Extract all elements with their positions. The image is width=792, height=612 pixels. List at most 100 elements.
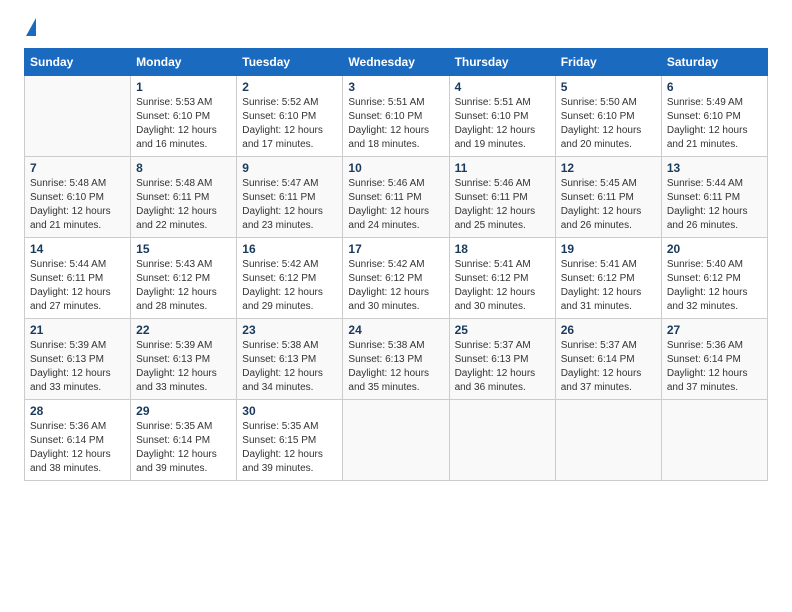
calendar-cell: 8Sunrise: 5:48 AM Sunset: 6:11 PM Daylig…	[131, 157, 237, 238]
day-number: 17	[348, 242, 443, 256]
calendar-cell: 1 Sunrise: 5:53 AM Sunset: 6:10 PM Daylig…	[131, 76, 237, 157]
day-info: Sunrise: 5:36 AM Sunset: 6:14 PM Dayligh…	[667, 339, 762, 395]
day-info: Sunrise: 5:38 AM Sunset: 6:13 PM Dayligh…	[242, 339, 337, 395]
calendar-week-row: 28 Sunrise: 5:36 AM Sunset: 6:14 PM Dayli…	[25, 400, 768, 481]
calendar-cell: 16 Sunrise: 5:42 AM Sunset: 6:12 PM Dayli…	[237, 238, 343, 319]
calendar-cell: 25Sunrise: 5:37 AM Sunset: 6:13 PM Dayli…	[449, 319, 555, 400]
day-number: 14	[30, 242, 125, 256]
weekday-header: Monday	[131, 49, 237, 76]
day-number: 25	[455, 323, 550, 337]
day-number: 27	[667, 323, 762, 337]
calendar-cell: 28 Sunrise: 5:36 AM Sunset: 6:14 PM Dayli…	[25, 400, 131, 481]
day-info: Sunrise: 5:51 AM Sunset: 6:10 PM Dayligh…	[455, 96, 550, 152]
day-number: 24	[348, 323, 443, 337]
calendar-header: SundayMondayTuesdayWednesdayThursdayFrid…	[25, 49, 768, 76]
day-info: Sunrise: 5:44 AM Sunset: 6:11 PM Dayligh…	[667, 177, 762, 233]
calendar-cell	[25, 76, 131, 157]
calendar-table: SundayMondayTuesdayWednesdayThursdayFrid…	[24, 48, 768, 481]
day-number: 5	[561, 80, 656, 94]
day-number: 19	[561, 242, 656, 256]
calendar-cell: 3 Sunrise: 5:51 AM Sunset: 6:10 PM Daylig…	[343, 76, 449, 157]
day-number: 26	[561, 323, 656, 337]
header	[24, 20, 768, 38]
calendar-cell	[661, 400, 767, 481]
calendar-cell: 26Sunrise: 5:37 AM Sunset: 6:14 PM Dayli…	[555, 319, 661, 400]
day-info: Sunrise: 5:46 AM Sunset: 6:11 PM Dayligh…	[348, 177, 443, 233]
calendar-cell: 21 Sunrise: 5:39 AM Sunset: 6:13 PM Dayli…	[25, 319, 131, 400]
day-info: Sunrise: 5:41 AM Sunset: 6:12 PM Dayligh…	[455, 258, 550, 314]
day-number: 21	[30, 323, 125, 337]
day-info: Sunrise: 5:45 AM Sunset: 6:11 PM Dayligh…	[561, 177, 656, 233]
day-number: 10	[348, 161, 443, 175]
day-number: 20	[667, 242, 762, 256]
day-info: Sunrise: 5:48 AM Sunset: 6:10 PM Dayligh…	[30, 177, 125, 233]
day-info: Sunrise: 5:38 AM Sunset: 6:13 PM Dayligh…	[348, 339, 443, 395]
weekday-header: Friday	[555, 49, 661, 76]
day-info: Sunrise: 5:43 AM Sunset: 6:12 PM Dayligh…	[136, 258, 231, 314]
day-info: Sunrise: 5:42 AM Sunset: 6:12 PM Dayligh…	[242, 258, 337, 314]
day-number: 16	[242, 242, 337, 256]
calendar-cell	[555, 400, 661, 481]
day-info: Sunrise: 5:41 AM Sunset: 6:12 PM Dayligh…	[561, 258, 656, 314]
logo-triangle-icon	[26, 18, 36, 36]
calendar-cell: 23 Sunrise: 5:38 AM Sunset: 6:13 PM Dayli…	[237, 319, 343, 400]
day-number: 1	[136, 80, 231, 94]
calendar-week-row: 7 Sunrise: 5:48 AM Sunset: 6:10 PM Daylig…	[25, 157, 768, 238]
calendar-cell	[343, 400, 449, 481]
calendar-cell: 22 Sunrise: 5:39 AM Sunset: 6:13 PM Dayli…	[131, 319, 237, 400]
day-info: Sunrise: 5:51 AM Sunset: 6:10 PM Dayligh…	[348, 96, 443, 152]
calendar-cell: 18 Sunrise: 5:41 AM Sunset: 6:12 PM Dayli…	[449, 238, 555, 319]
calendar-week-row: 21 Sunrise: 5:39 AM Sunset: 6:13 PM Dayli…	[25, 319, 768, 400]
day-number: 15	[136, 242, 231, 256]
day-info: Sunrise: 5:36 AM Sunset: 6:14 PM Dayligh…	[30, 420, 125, 476]
calendar-cell: 24 Sunrise: 5:38 AM Sunset: 6:13 PM Dayli…	[343, 319, 449, 400]
day-number: 30	[242, 404, 337, 418]
day-number: 28	[30, 404, 125, 418]
day-info: Sunrise: 5:53 AM Sunset: 6:10 PM Dayligh…	[136, 96, 231, 152]
day-number: 4	[455, 80, 550, 94]
header-row: SundayMondayTuesdayWednesdayThursdayFrid…	[25, 49, 768, 76]
day-number: 22	[136, 323, 231, 337]
calendar-cell: 11 Sunrise: 5:46 AM Sunset: 6:11 PM Dayli…	[449, 157, 555, 238]
calendar-cell: 30 Sunrise: 5:35 AM Sunset: 6:15 PM Dayli…	[237, 400, 343, 481]
calendar-cell: 2Sunrise: 5:52 AM Sunset: 6:10 PM Daylig…	[237, 76, 343, 157]
day-number: 29	[136, 404, 231, 418]
calendar-cell: 7 Sunrise: 5:48 AM Sunset: 6:10 PM Daylig…	[25, 157, 131, 238]
calendar-cell: 19 Sunrise: 5:41 AM Sunset: 6:12 PM Dayli…	[555, 238, 661, 319]
day-number: 12	[561, 161, 656, 175]
day-info: Sunrise: 5:35 AM Sunset: 6:14 PM Dayligh…	[136, 420, 231, 476]
day-number: 18	[455, 242, 550, 256]
calendar-cell: 20Sunrise: 5:40 AM Sunset: 6:12 PM Dayli…	[661, 238, 767, 319]
day-number: 13	[667, 161, 762, 175]
day-info: Sunrise: 5:52 AM Sunset: 6:10 PM Dayligh…	[242, 96, 337, 152]
day-number: 7	[30, 161, 125, 175]
day-number: 6	[667, 80, 762, 94]
day-number: 23	[242, 323, 337, 337]
day-info: Sunrise: 5:35 AM Sunset: 6:15 PM Dayligh…	[242, 420, 337, 476]
day-info: Sunrise: 5:39 AM Sunset: 6:13 PM Dayligh…	[136, 339, 231, 395]
day-info: Sunrise: 5:39 AM Sunset: 6:13 PM Dayligh…	[30, 339, 125, 395]
weekday-header: Sunday	[25, 49, 131, 76]
calendar-cell	[449, 400, 555, 481]
calendar-cell: 29 Sunrise: 5:35 AM Sunset: 6:14 PM Dayli…	[131, 400, 237, 481]
day-info: Sunrise: 5:50 AM Sunset: 6:10 PM Dayligh…	[561, 96, 656, 152]
day-info: Sunrise: 5:47 AM Sunset: 6:11 PM Dayligh…	[242, 177, 337, 233]
day-info: Sunrise: 5:46 AM Sunset: 6:11 PM Dayligh…	[455, 177, 550, 233]
day-number: 3	[348, 80, 443, 94]
calendar-cell: 13 Sunrise: 5:44 AM Sunset: 6:11 PM Dayli…	[661, 157, 767, 238]
day-number: 11	[455, 161, 550, 175]
day-info: Sunrise: 5:42 AM Sunset: 6:12 PM Dayligh…	[348, 258, 443, 314]
weekday-header: Saturday	[661, 49, 767, 76]
day-info: Sunrise: 5:48 AM Sunset: 6:11 PM Dayligh…	[136, 177, 231, 233]
weekday-header: Wednesday	[343, 49, 449, 76]
calendar-week-row: 14 Sunrise: 5:44 AM Sunset: 6:11 PM Dayli…	[25, 238, 768, 319]
calendar-cell: 15 Sunrise: 5:43 AM Sunset: 6:12 PM Dayli…	[131, 238, 237, 319]
calendar-cell: 14 Sunrise: 5:44 AM Sunset: 6:11 PM Dayli…	[25, 238, 131, 319]
calendar-week-row: 1 Sunrise: 5:53 AM Sunset: 6:10 PM Daylig…	[25, 76, 768, 157]
calendar-cell: 10 Sunrise: 5:46 AM Sunset: 6:11 PM Dayli…	[343, 157, 449, 238]
logo	[24, 20, 36, 38]
calendar-cell: 4 Sunrise: 5:51 AM Sunset: 6:10 PM Daylig…	[449, 76, 555, 157]
calendar-cell: 9Sunrise: 5:47 AM Sunset: 6:11 PM Daylig…	[237, 157, 343, 238]
day-info: Sunrise: 5:44 AM Sunset: 6:11 PM Dayligh…	[30, 258, 125, 314]
calendar-cell: 27 Sunrise: 5:36 AM Sunset: 6:14 PM Dayli…	[661, 319, 767, 400]
